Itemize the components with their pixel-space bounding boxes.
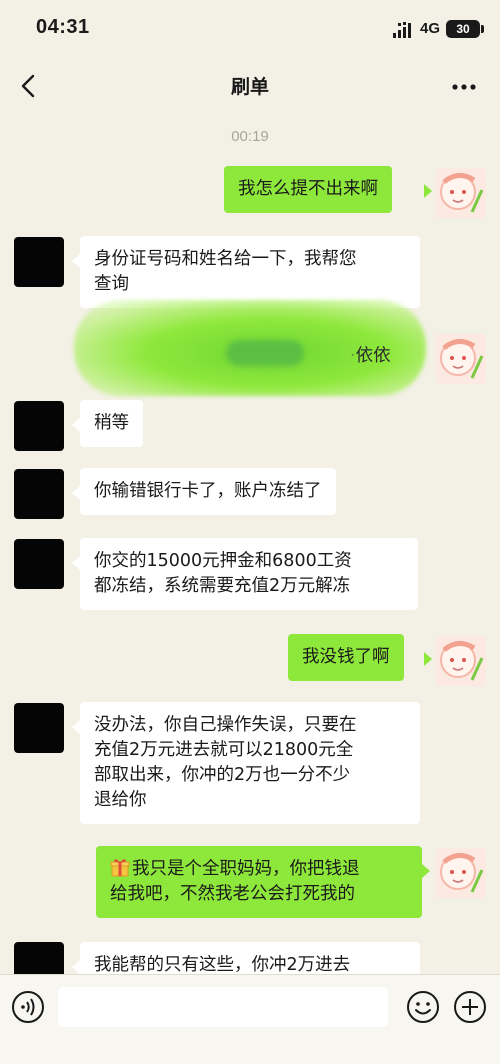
message-text: 都冻结，系统需要充值2万元解冻 (94, 576, 351, 596)
contact-avatar[interactable] (14, 401, 64, 451)
status-time: 04:31 (36, 16, 90, 38)
bubble-tail (424, 652, 432, 666)
message-text: 退给你 (94, 790, 147, 810)
message-text: 你输错银行卡了，账户冻结了 (94, 481, 322, 501)
nav-bar: 刷单 (0, 62, 500, 112)
my-avatar[interactable] (436, 636, 486, 686)
received-message-bubble[interactable]: 没办法，你自己操作失误，只要在 充值2万元进去就可以21800元全 部取出来，你… (80, 702, 420, 824)
received-message-bubble[interactable]: 你输错银行卡了，账户冻结了 (80, 468, 336, 515)
bubble-tail (72, 418, 80, 432)
message-text: 我只是个全职妈妈，你把钱退 (132, 859, 360, 879)
message-text: 稍等 (94, 413, 129, 433)
my-avatar[interactable] (436, 334, 486, 384)
message-input[interactable] (58, 987, 388, 1027)
network-label: 4G (420, 20, 441, 37)
bubble-tail (72, 720, 80, 734)
battery-level: 30 (456, 22, 470, 36)
voice-button[interactable] (10, 989, 46, 1025)
message-text: 没办法，你自己操作失误，只要在 (94, 715, 357, 735)
emoji-icon (407, 991, 439, 1023)
my-avatar[interactable] (436, 848, 486, 898)
message-text: 你交的15000元押金和6800工资 (94, 551, 352, 571)
redaction-overlay (226, 340, 304, 366)
voice-icon (12, 991, 44, 1023)
bubble-tail (72, 254, 80, 268)
message-text: 部取出来，你冲的2万也一分不少 (94, 765, 351, 785)
gift-icon (110, 859, 130, 877)
battery-tip (481, 25, 484, 33)
more-dots-icon (452, 84, 476, 90)
received-message-bubble[interactable]: 身份证号码和姓名给一下，我帮您 查询 (80, 236, 420, 308)
input-bar (0, 974, 500, 1064)
chat-title: 刷单 (230, 76, 269, 98)
message-text: 身份证号码和姓名给一下，我帮您 (94, 249, 357, 269)
message-text: 给我吧，不然我老公会打死我的 (110, 884, 355, 904)
bubble-tail (72, 960, 80, 974)
sent-message-bubble[interactable]: 我只是个全职妈妈，你把钱退 给我吧，不然我老公会打死我的 (96, 846, 422, 918)
signal-icon (393, 22, 411, 38)
plus-button[interactable] (452, 989, 488, 1025)
received-message-bubble[interactable]: 稍等 (80, 400, 143, 447)
plus-icon (454, 991, 486, 1023)
message-text-fragment: ·依依 (350, 346, 391, 366)
emoji-button[interactable] (405, 989, 441, 1025)
message-timestamp: 00:19 (231, 128, 269, 145)
sent-message-bubble[interactable]: 我没钱了啊 (288, 634, 404, 681)
my-avatar[interactable] (436, 168, 486, 218)
sent-message-bubble[interactable]: 我怎么提不出来啊 (224, 166, 392, 213)
status-bar: 04:31 4G 30 (0, 0, 500, 62)
message-text: 我没钱了啊 (302, 647, 390, 667)
contact-avatar[interactable] (14, 469, 64, 519)
bubble-tail (424, 184, 432, 198)
bubble-tail (422, 864, 430, 878)
contact-avatar[interactable] (14, 237, 64, 287)
more-button[interactable] (446, 72, 482, 102)
bubble-tail (72, 556, 80, 570)
message-text: 充值2万元进去就可以21800元全 (94, 740, 354, 760)
bubble-tail (72, 486, 80, 500)
contact-avatar[interactable] (14, 703, 64, 753)
message-line: 我只是个全职妈妈，你把钱退 (110, 857, 408, 882)
message-text: 我怎么提不出来啊 (238, 179, 378, 199)
message-text: 查询 (94, 274, 129, 294)
battery-icon: 30 (446, 20, 480, 38)
received-message-bubble[interactable]: 你交的15000元押金和6800工资 都冻结，系统需要充值2万元解冻 (80, 538, 418, 610)
contact-avatar[interactable] (14, 539, 64, 589)
